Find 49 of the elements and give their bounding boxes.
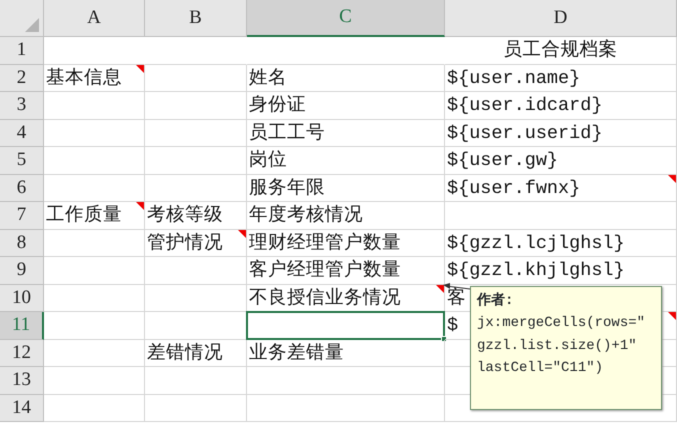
table-cell: 考核等级 [145, 202, 247, 230]
table-cell: 业务差错量 [247, 340, 445, 367]
table-cell: 基本信息 [44, 64, 145, 92]
table-cell: ${user.name} [445, 64, 677, 92]
table-cell: ${user.gw} [445, 147, 677, 174]
table-cell: 理财经理管户数量 [247, 230, 445, 257]
table-cell: 客户经理管户数量 [247, 257, 445, 284]
table-cell: 管护情况 [145, 230, 247, 257]
table-cell: 差错情况 [145, 340, 247, 367]
table-cell: ${user.idcard} [445, 92, 677, 120]
table-cell: ${gzzl.lcjlghsl} [445, 230, 677, 257]
table-cell: 员工合规档案 [445, 37, 677, 64]
comment-marker [238, 230, 246, 238]
row-header[interactable]: 1 [0, 37, 44, 64]
row-header[interactable]: 8 [0, 230, 44, 257]
row-header[interactable]: 5 [0, 147, 44, 174]
comment-text: gzzl.list.size()+1" [477, 336, 637, 356]
row-header[interactable]: 3 [0, 92, 44, 120]
table-cell: 姓名 [247, 64, 445, 92]
comment-marker [668, 174, 676, 182]
column-header[interactable]: C [247, 0, 445, 37]
row-header[interactable]: 4 [0, 120, 44, 147]
table-cell: 年度考核情况 [247, 202, 445, 230]
column-header[interactable]: D [445, 0, 677, 37]
row-header[interactable]: 12 [0, 340, 44, 367]
table-cell: 工作质量 [44, 202, 145, 230]
column-header[interactable]: A [44, 0, 145, 37]
table-cell: ${user.fwnx} [445, 174, 677, 202]
leader-line [443, 283, 470, 290]
table-cell: 身份证 [247, 92, 445, 120]
row-header[interactable]: 11 [0, 312, 44, 340]
table-cell: 服务年限 [247, 174, 445, 202]
comment-text: lastCell="C11") [477, 359, 604, 378]
table-cell: ${user.userid} [445, 120, 677, 147]
table-cell: ${gzzl.khjlghsl} [445, 257, 677, 284]
comment-marker [136, 202, 144, 210]
table-cell: 岗位 [247, 147, 445, 174]
row-header[interactable]: 7 [0, 202, 44, 230]
row-header[interactable]: 13 [0, 367, 44, 394]
row-header[interactable]: 9 [0, 257, 44, 284]
row-header[interactable]: 6 [0, 174, 44, 202]
column-header[interactable]: B [145, 0, 247, 37]
row-header[interactable]: 2 [0, 64, 44, 92]
row-header[interactable]: 10 [0, 284, 44, 312]
comment-author: 作者: [477, 291, 514, 311]
row-header[interactable]: 14 [0, 394, 44, 422]
table-cell: 员工工号 [247, 120, 445, 147]
comment-marker [136, 64, 144, 72]
comment-text: jx:mergeCells(rows=" [477, 314, 646, 334]
